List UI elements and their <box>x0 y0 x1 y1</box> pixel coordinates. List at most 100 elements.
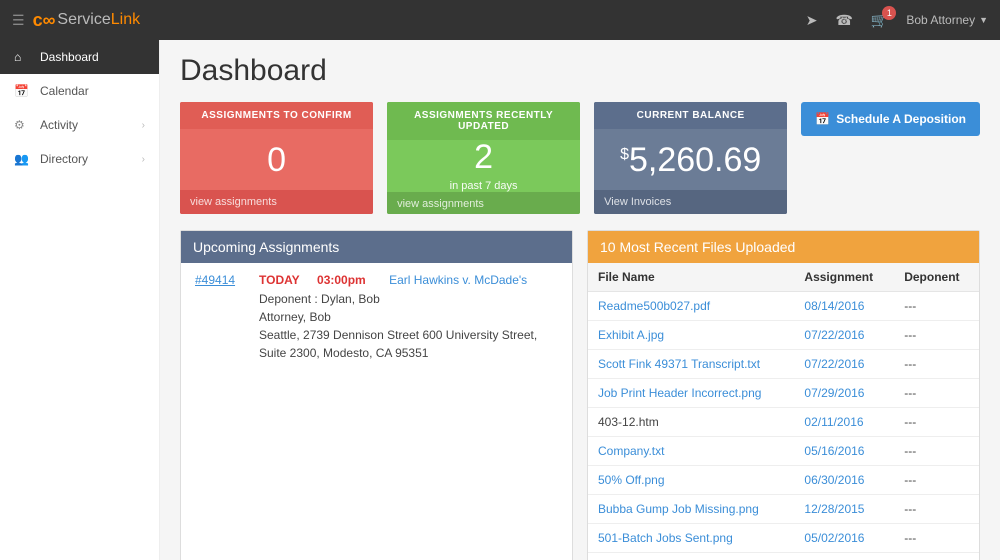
upcoming-assignments-panel: Upcoming Assignments #49414 TODAY 03:00p… <box>180 230 573 560</box>
file-name-link[interactable]: Company.txt <box>598 444 664 458</box>
user-name: Bob Attorney <box>906 13 975 27</box>
file-assignment-date-link[interactable]: 02/11/2016 <box>804 415 863 429</box>
assignment-row: #49414 TODAY 03:00pm Earl Hawkins v. McD… <box>195 273 558 362</box>
col-assignment: Assignment <box>794 263 894 292</box>
card-assignments-updated[interactable]: ASSIGNMENTS RECENTLY UPDATED 2 in past 7… <box>387 102 580 214</box>
table-row: Company.txt 05/16/2016 --- <box>588 437 979 466</box>
menu-toggle-icon[interactable]: ☰ <box>12 12 25 29</box>
cart-badge: 1 <box>882 6 896 20</box>
assignment-attorney: Attorney, Bob <box>259 308 558 326</box>
sidebar-item-label: Calendar <box>40 84 89 98</box>
stat-cards-row: ASSIGNMENTS TO CONFIRM 0 view assignment… <box>180 102 980 214</box>
table-row: COLLCASE.DOC06/07/2016--- <box>588 553 979 560</box>
card-value: 2 <box>474 140 493 174</box>
user-menu[interactable]: Bob Attorney ▼ <box>906 13 988 27</box>
file-deponent: --- <box>894 321 979 350</box>
assignment-deponent: Deponent : Dylan, Bob <box>259 290 558 308</box>
directory-icon: 👥 <box>14 152 30 166</box>
file-deponent: --- <box>894 495 979 524</box>
card-title: ASSIGNMENTS RECENTLY UPDATED <box>387 102 580 140</box>
table-row: Scott Fink 49371 Transcript.txt 07/22/201… <box>588 350 979 379</box>
table-row: Exhibit A.jpg 07/22/2016 --- <box>588 321 979 350</box>
file-assignment-date-link[interactable]: 07/29/2016 <box>804 386 864 400</box>
cart-icon[interactable]: 🛒1 <box>871 12 888 29</box>
col-deponent: Deponent <box>894 263 979 292</box>
card-title: ASSIGNMENTS TO CONFIRM <box>180 102 373 129</box>
main-content: Dashboard ASSIGNMENTS TO CONFIRM 0 view … <box>160 40 1000 560</box>
chevron-right-icon: › <box>142 154 145 165</box>
activity-icon: ⚙ <box>14 118 30 132</box>
file-name-link[interactable]: 501-Batch Jobs Sent.png <box>598 531 733 545</box>
calendar-icon: 📅 <box>815 112 830 126</box>
file-assignment-date-link[interactable]: 05/02/2016 <box>804 531 864 545</box>
file-name-link[interactable]: Scott Fink 49371 Transcript.txt <box>598 357 760 371</box>
file-assignment-date-link[interactable]: 06/30/2016 <box>804 473 864 487</box>
table-row: Job Print Header Incorrect.png 07/29/2016… <box>588 379 979 408</box>
sidebar-item-activity[interactable]: ⚙ Activity › <box>0 108 159 142</box>
assignment-time: 03:00pm <box>317 273 366 287</box>
file-deponent: --- <box>894 437 979 466</box>
table-row: Readme500b027.pdf 08/14/2016 --- <box>588 292 979 321</box>
file-deponent: --- <box>894 553 979 560</box>
home-icon: ⌂ <box>14 50 30 64</box>
calendar-icon: 📅 <box>14 84 30 98</box>
table-row: 403-12.htm 02/11/2016 --- <box>588 408 979 437</box>
assignment-id-link[interactable]: #49414 <box>195 273 241 362</box>
assignment-location: Seattle, 2739 Dennison Street 600 Univer… <box>259 326 558 362</box>
card-value: $5,260.69 <box>620 143 761 177</box>
schedule-deposition-button[interactable]: 📅 Schedule A Deposition <box>801 102 980 136</box>
file-deponent: --- <box>894 524 979 553</box>
file-name: 403-12.htm <box>588 408 794 437</box>
location-icon[interactable]: ➤ <box>806 12 818 29</box>
files-table: File Name Assignment Deponent Readme500b… <box>588 263 979 560</box>
phone-icon[interactable]: ☎ <box>835 12 852 29</box>
link-icon: c∞ <box>33 10 56 31</box>
card-assignments-confirm[interactable]: ASSIGNMENTS TO CONFIRM 0 view assignment… <box>180 102 373 214</box>
table-row: 50% Off.png 06/30/2016 --- <box>588 466 979 495</box>
col-file-name: File Name <box>588 263 794 292</box>
file-deponent: --- <box>894 466 979 495</box>
sidebar: ⌂ Dashboard 📅 Calendar ⚙ Activity › 👥 Di… <box>0 40 160 560</box>
card-current-balance[interactable]: CURRENT BALANCE $5,260.69 View Invoices <box>594 102 787 214</box>
file-assignment-date-link[interactable]: 07/22/2016 <box>804 357 864 371</box>
file-deponent: --- <box>894 292 979 321</box>
file-deponent: --- <box>894 408 979 437</box>
file-assignment-date-link[interactable]: 05/16/2016 <box>804 444 864 458</box>
recent-files-panel: 10 Most Recent Files Uploaded File Name … <box>587 230 980 560</box>
file-name-link[interactable]: Job Print Header Incorrect.png <box>598 386 761 400</box>
card-footer-link[interactable]: view assignments <box>180 190 373 214</box>
file-name-link[interactable]: Exhibit A.jpg <box>598 328 664 342</box>
chevron-down-icon: ▼ <box>979 15 988 25</box>
file-name-link[interactable]: 50% Off.png <box>598 473 665 487</box>
file-deponent: --- <box>894 379 979 408</box>
topbar: ☰ c∞ ServiceLink ➤ ☎ 🛒1 Bob Attorney ▼ <box>0 0 1000 40</box>
card-title: CURRENT BALANCE <box>594 102 787 129</box>
card-footer-link[interactable]: View Invoices <box>594 190 787 214</box>
panel-body: #49414 TODAY 03:00pm Earl Hawkins v. McD… <box>181 263 572 523</box>
file-assignment-date-link[interactable]: 08/14/2016 <box>804 299 864 313</box>
sidebar-item-dashboard[interactable]: ⌂ Dashboard <box>0 40 159 74</box>
card-value: 0 <box>267 143 286 177</box>
panel-header: 10 Most Recent Files Uploaded <box>588 231 979 263</box>
file-assignment-date-link[interactable]: 07/22/2016 <box>804 328 864 342</box>
button-label: Schedule A Deposition <box>836 112 966 126</box>
sidebar-item-label: Dashboard <box>40 50 99 64</box>
file-name-link[interactable]: Readme500b027.pdf <box>598 299 710 313</box>
file-deponent: --- <box>894 350 979 379</box>
brand-logo[interactable]: c∞ ServiceLink <box>33 10 141 31</box>
file-name-link[interactable]: Bubba Gump Job Missing.png <box>598 502 759 516</box>
assignment-case-link[interactable]: Earl Hawkins v. McDade's <box>389 273 527 287</box>
sidebar-item-label: Directory <box>40 152 88 166</box>
table-row: 501-Batch Jobs Sent.png 05/02/2016 --- <box>588 524 979 553</box>
file-assignment-date-link[interactable]: 12/28/2015 <box>804 502 864 516</box>
brand-text-link: Link <box>111 11 140 29</box>
sidebar-item-directory[interactable]: 👥 Directory › <box>0 142 159 176</box>
card-footer-link[interactable]: view assignments <box>387 192 580 214</box>
brand-text-service: Service <box>57 11 110 29</box>
card-subtext: in past 7 days <box>450 180 518 192</box>
sidebar-item-calendar[interactable]: 📅 Calendar <box>0 74 159 108</box>
panels-row: Upcoming Assignments #49414 TODAY 03:00p… <box>180 230 980 560</box>
panel-header: Upcoming Assignments <box>181 231 572 263</box>
assignment-today-label: TODAY <box>259 273 300 287</box>
table-row: Bubba Gump Job Missing.png 12/28/2015 --- <box>588 495 979 524</box>
